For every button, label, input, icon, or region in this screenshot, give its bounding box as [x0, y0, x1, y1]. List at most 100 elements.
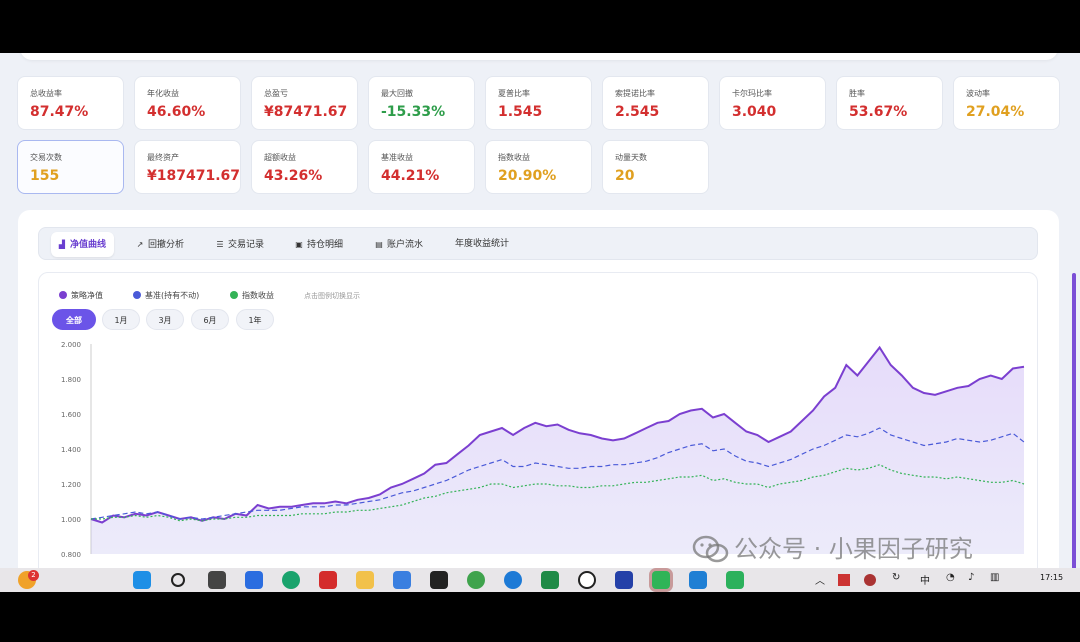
- app-icon[interactable]: [245, 571, 263, 589]
- windows-start-icon[interactable]: [133, 571, 151, 589]
- metric-value: 46.60%: [147, 104, 206, 120]
- metric-label: 基准收益: [381, 153, 413, 162]
- legend-hint: 点击图例切换显示: [304, 292, 360, 300]
- y-tick-label: 1.200: [61, 481, 81, 489]
- backtest-app: 总收益率 87.47% 年化收益 46.60% 总盈亏 ¥87471.67 最大回撤 -15.…: [0, 53, 1080, 568]
- wps-icon[interactable]: [319, 571, 337, 589]
- tab-label: 净值曲线: [70, 240, 107, 250]
- range-button[interactable]: 全部: [52, 309, 96, 330]
- folder-icon[interactable]: [356, 571, 374, 589]
- tab-3[interactable]: ☰ 交易记录: [209, 232, 272, 257]
- metric-card[interactable]: 索提诺比率 2.545: [602, 76, 709, 130]
- metric-label: 卡尔玛比率: [732, 89, 772, 98]
- tab-1[interactable]: ▟ 净值曲线: [51, 232, 115, 257]
- tray-chevron-icon[interactable]: ︿: [815, 572, 825, 587]
- chart-container: 策略净值 基准(持有不动) 指数收益 点击图例切换显示 全部 1月 3月 6月 1年 0.8…: [38, 272, 1038, 568]
- battery-icon[interactable]: ▥: [990, 572, 999, 583]
- legend-label: 策略净值: [71, 291, 103, 300]
- metric-card[interactable]: 交易次数 155: [17, 140, 124, 194]
- y-tick-label: 2.000: [61, 341, 81, 349]
- wifi-icon[interactable]: ◔: [946, 572, 955, 583]
- tray-refresh-icon[interactable]: ↻: [892, 572, 900, 583]
- legend-item[interactable]: 基准(持有不动): [133, 290, 199, 301]
- range-button[interactable]: 6月: [191, 309, 229, 330]
- metric-label: 索提诺比率: [615, 89, 655, 98]
- metric-label: 胜率: [849, 89, 865, 98]
- metric-card[interactable]: 基准收益 44.21%: [368, 140, 475, 194]
- wechat-taskbar-icon[interactable]: [652, 571, 670, 589]
- metric-card[interactable]: 动量天数 20: [602, 140, 709, 194]
- tab-label: 交易记录: [228, 240, 265, 250]
- metric-label: 总盈亏: [264, 89, 288, 98]
- notification-badge: 2: [28, 570, 39, 581]
- excel-icon[interactable]: [541, 571, 559, 589]
- chart-area-icon: ▟: [58, 240, 66, 249]
- metric-card[interactable]: 夏普比率 1.545: [485, 76, 592, 130]
- list-icon: ☰: [216, 240, 224, 249]
- metric-card[interactable]: 胜率 53.67%: [836, 76, 943, 130]
- y-tick-label: 1.800: [61, 376, 81, 384]
- metric-label: 波动率: [966, 89, 990, 98]
- metric-card[interactable]: 指数收益 20.90%: [485, 140, 592, 194]
- metric-card[interactable]: 波动率 27.04%: [953, 76, 1060, 130]
- app-icon-3[interactable]: [726, 571, 744, 589]
- legend-item[interactable]: 策略净值: [59, 290, 103, 301]
- metric-value: 155: [30, 168, 60, 184]
- briefcase-icon: ▣: [295, 240, 303, 249]
- legend-dot-icon: [59, 291, 67, 299]
- metric-value: 20.90%: [498, 168, 557, 184]
- range-button[interactable]: 1年: [236, 309, 274, 330]
- legend-item[interactable]: 指数收益: [230, 290, 274, 301]
- tab-label: 年度收益统计: [455, 239, 510, 249]
- metric-label: 夏普比率: [498, 89, 530, 98]
- metric-card[interactable]: 总收益率 87.47%: [17, 76, 124, 130]
- strategy-area-fill: [91, 347, 1024, 554]
- tab-5[interactable]: ▤ 账户流水: [368, 232, 431, 257]
- terminal-icon[interactable]: [430, 571, 448, 589]
- metric-value: 87.47%: [30, 104, 89, 120]
- metric-card[interactable]: 最终资产 ¥187471.67: [134, 140, 241, 194]
- metric-label: 最大回撤: [381, 89, 413, 98]
- metric-card[interactable]: 最大回撤 -15.33%: [368, 76, 475, 130]
- task-view-icon[interactable]: [208, 571, 226, 589]
- metric-card[interactable]: 卡尔玛比率 3.040: [719, 76, 826, 130]
- y-tick-label: 1.400: [61, 446, 81, 454]
- ime-indicator[interactable]: 中: [920, 572, 930, 587]
- metric-value: 27.04%: [966, 104, 1025, 120]
- panda-icon[interactable]: [578, 571, 596, 589]
- tray-app-icon-2[interactable]: [864, 574, 876, 586]
- store-icon[interactable]: [393, 571, 411, 589]
- tab-4[interactable]: ▣ 持仓明细: [288, 232, 351, 257]
- legend-dot-icon: [133, 291, 141, 299]
- browser-icon[interactable]: [282, 571, 300, 589]
- metric-card[interactable]: 总盈亏 ¥87471.67: [251, 76, 358, 130]
- metric-value: 1.545: [498, 104, 543, 120]
- volume-icon[interactable]: ♪: [968, 572, 974, 583]
- metric-value: 2.545: [615, 104, 660, 120]
- range-button[interactable]: 3月: [146, 309, 184, 330]
- taskbar: 2 ︿ ↻ 中 ◔ ♪ ▥ 17:15: [0, 568, 1080, 592]
- tab-label: 持仓明细: [307, 240, 344, 250]
- tab-label: 账户流水: [387, 240, 424, 250]
- scrollbar-thumb[interactable]: [1072, 273, 1076, 568]
- metric-value: 43.26%: [264, 168, 323, 184]
- metric-value: ¥87471.67: [264, 104, 348, 120]
- metric-value: 53.67%: [849, 104, 908, 120]
- ledger-icon: ▤: [375, 240, 383, 249]
- vscode-icon[interactable]: [689, 571, 707, 589]
- metric-label: 交易次数: [30, 153, 62, 162]
- metric-card[interactable]: 年化收益 46.60%: [134, 76, 241, 130]
- tab-2[interactable]: ↗ 回撤分析: [129, 232, 192, 257]
- metric-label: 年化收益: [147, 89, 179, 98]
- tray-app-icon[interactable]: [838, 574, 850, 586]
- metric-label: 总收益率: [30, 89, 62, 98]
- edge-icon[interactable]: [504, 571, 522, 589]
- tab-6[interactable]: 年度收益统计: [449, 232, 517, 257]
- watermark-text: 公众号 · 小果因子研究: [734, 535, 973, 563]
- metric-card[interactable]: 超额收益 43.26%: [251, 140, 358, 194]
- metric-value: 3.040: [732, 104, 777, 120]
- chrome-icon[interactable]: [467, 571, 485, 589]
- app-icon-2[interactable]: [615, 571, 633, 589]
- search-icon[interactable]: [171, 573, 185, 587]
- range-button[interactable]: 1月: [102, 309, 140, 330]
